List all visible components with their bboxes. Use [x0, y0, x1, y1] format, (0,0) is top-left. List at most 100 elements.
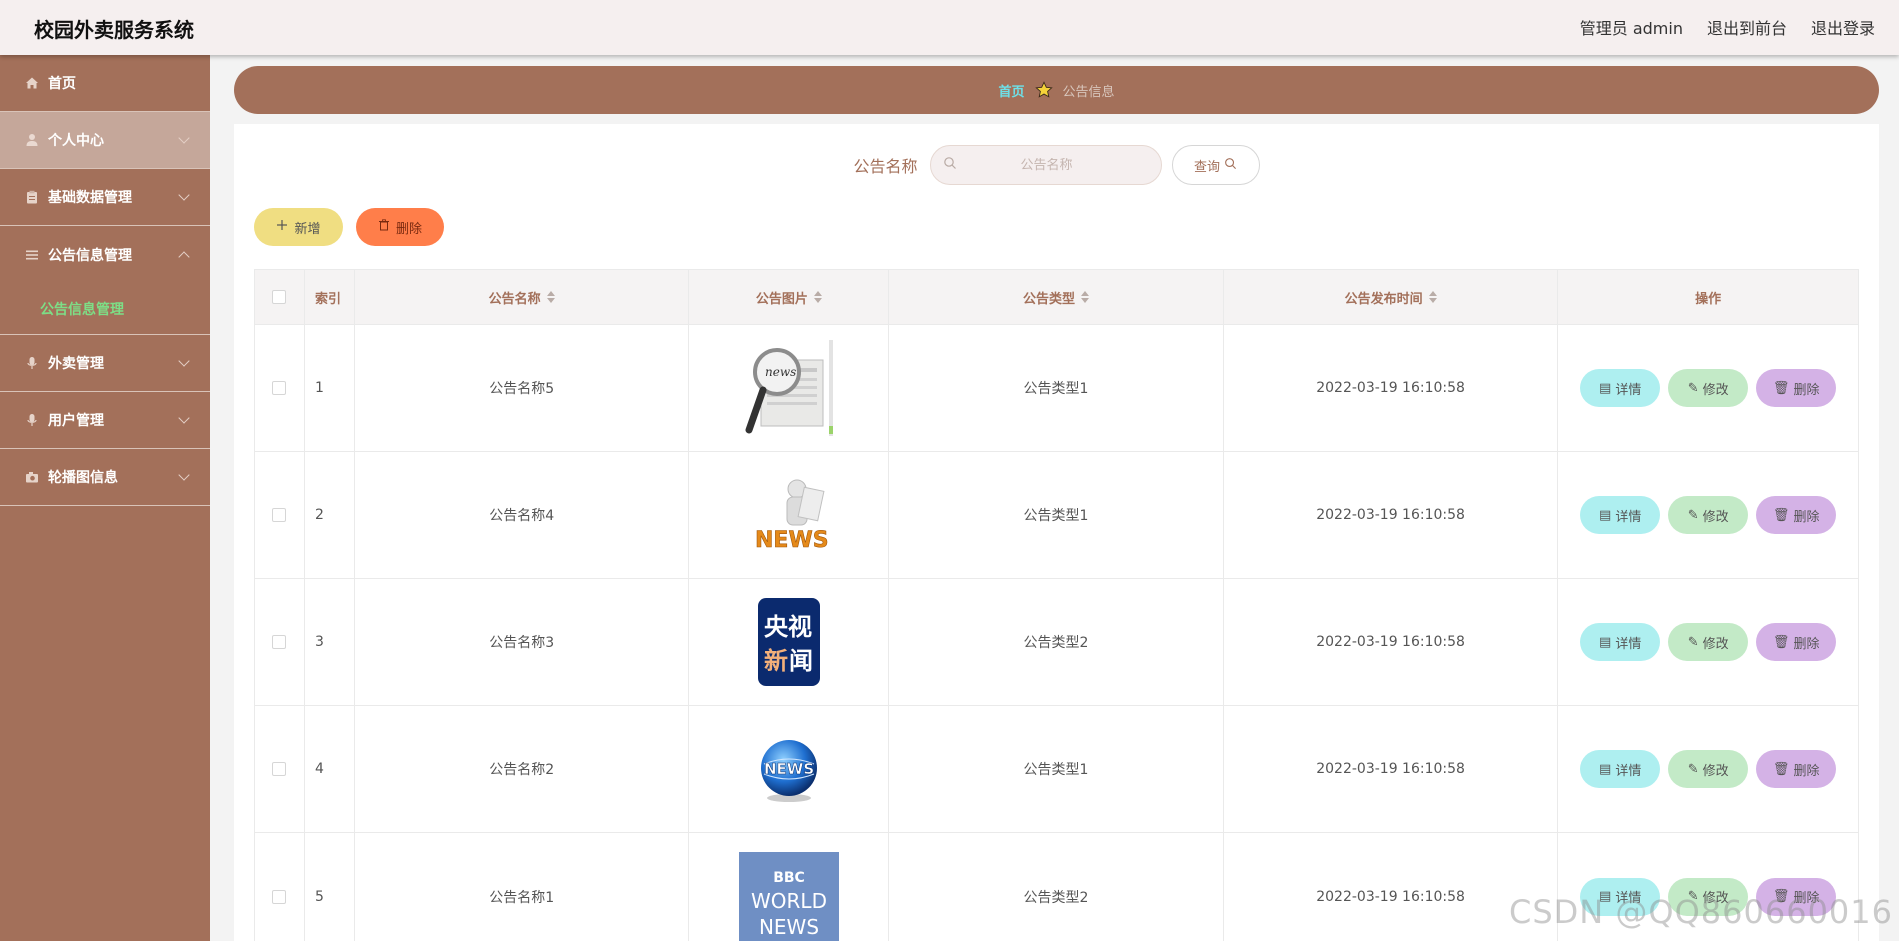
header-name-label: 公告名称	[488, 291, 541, 307]
header-time[interactable]: 公告发布时间	[1224, 270, 1559, 324]
detail-button[interactable]: ▤ 详情	[1580, 623, 1661, 661]
row-image-cell: BBC WORLD NEWS	[689, 833, 890, 941]
sort-icon[interactable]	[1081, 291, 1090, 303]
delete-button-label: 删除	[1793, 509, 1820, 525]
row-name: 公告名称4	[355, 452, 690, 578]
row-index: 4	[305, 706, 355, 832]
detail-button[interactable]: ▤ 详情	[1580, 750, 1661, 788]
breadcrumb-home-link[interactable]: 首页	[998, 81, 1024, 100]
bbc-line2: WORLD	[751, 889, 827, 913]
table-row: 1 公告名称5 news 公告类型1 2022-03-19 16:10:58 ▤…	[255, 325, 1858, 452]
select-all-checkbox[interactable]	[272, 290, 287, 304]
sidebar-item-home[interactable]: 首页	[0, 55, 210, 112]
sidebar-item-personal-center[interactable]: 个人中心	[0, 112, 210, 169]
sidebar-item-carousel[interactable]: 轮播图信息	[0, 449, 210, 506]
header-index: 索引	[305, 270, 355, 324]
delete-button[interactable]: 🗑 删除	[1756, 369, 1837, 407]
star-icon	[1034, 81, 1053, 99]
home-icon	[24, 75, 40, 91]
sidebar-item-takeout-management[interactable]: 外卖管理	[0, 335, 210, 392]
exit-to-front-link[interactable]: 退出到前台	[1707, 15, 1787, 39]
sidebar-item-label: 基础数据管理	[48, 190, 132, 206]
row-checkbox[interactable]	[272, 635, 287, 649]
mic-icon	[24, 412, 40, 428]
cctv-news-image[interactable]: 央视 新 闻	[739, 592, 839, 692]
query-button[interactable]: 查询	[1171, 145, 1260, 185]
header-type[interactable]: 公告类型	[889, 270, 1224, 324]
search-icon	[943, 156, 957, 174]
search-field[interactable]	[929, 145, 1162, 185]
bbc-line1: BBC	[773, 870, 805, 886]
pencil-icon: ✎	[1687, 380, 1699, 396]
query-button-label: 查询	[1193, 159, 1220, 175]
add-button[interactable]: 新增	[254, 208, 343, 246]
search-input[interactable]	[956, 157, 1137, 173]
table-row: 3 公告名称3 央视 新 闻 公告类型2 2022-03-19 16:10:58…	[255, 579, 1858, 706]
plus-icon	[276, 219, 288, 235]
detail-button[interactable]: ▤ 详情	[1580, 369, 1661, 407]
trash-icon	[378, 219, 390, 235]
sidebar-item-user-management[interactable]: 用户管理	[0, 392, 210, 449]
row-checkbox-cell	[255, 452, 305, 578]
doc-icon: ▤	[1599, 761, 1612, 777]
row-actions: ▤ 详情 ✎ 修改 🗑 删除	[1558, 325, 1858, 451]
cctv-line2b: 闻	[789, 647, 813, 675]
edit-button[interactable]: ✎ 修改	[1668, 750, 1749, 788]
sort-icon[interactable]	[813, 291, 822, 303]
edit-button[interactable]: ✎ 修改	[1668, 623, 1749, 661]
row-image-cell: news	[689, 325, 890, 451]
cctv-line2a: 新	[764, 647, 788, 675]
header-actions: 管理员 admin 退出到前台 退出登录	[1580, 15, 1875, 39]
news-magnifier-image[interactable]: news	[739, 338, 839, 438]
detail-button[interactable]: ▤ 详情	[1580, 496, 1661, 534]
row-actions: ▤ 详情 ✎ 修改 🗑 删除	[1558, 579, 1858, 705]
detail-button-label: 详情	[1615, 509, 1642, 525]
chevron-down-icon	[178, 355, 190, 367]
row-index: 1	[305, 325, 355, 451]
news-figure-image[interactable]: NEWS	[739, 465, 839, 565]
batch-delete-button-label: 删除	[395, 221, 422, 237]
breadcrumb: 首页 公告信息	[234, 66, 1879, 114]
header-image-label: 公告图片	[755, 291, 808, 307]
row-checkbox[interactable]	[272, 762, 287, 776]
sidebar-item-label: 公告信息管理	[48, 247, 132, 264]
table-header-row: 索引 公告名称 公告图片 公告类型 公告发布时间 操作	[255, 270, 1858, 325]
row-checkbox-cell	[255, 833, 305, 941]
trash-icon: 🗑	[1772, 761, 1790, 777]
row-checkbox[interactable]	[272, 889, 287, 904]
sidebar: 首页 个人中心 基础数据管理 公告信息管理 公告信息管理 外卖管理 用户管理 轮…	[0, 55, 210, 941]
news-globe-image[interactable]: NEWS	[739, 719, 839, 819]
sidebar-item-notice-management[interactable]: 公告信息管理	[0, 226, 210, 283]
app-title: 校园外卖服务系统	[34, 18, 194, 42]
row-index: 5	[305, 833, 355, 941]
sidebar-item-basic-data[interactable]: 基础数据管理	[0, 169, 210, 226]
magnifier-text: news	[765, 365, 796, 379]
edit-button-label: 修改	[1702, 509, 1729, 525]
bbc-line3: NEWS	[759, 915, 819, 939]
edit-button-label: 修改	[1702, 382, 1729, 398]
header-image[interactable]: 公告图片	[689, 270, 890, 324]
edit-button[interactable]: ✎ 修改	[1668, 369, 1749, 407]
delete-button-label: 删除	[1793, 763, 1820, 779]
submenu-item-notice-management[interactable]: 公告信息管理	[0, 283, 210, 335]
sort-icon[interactable]	[546, 291, 555, 303]
pencil-icon: ✎	[1687, 761, 1699, 777]
delete-button[interactable]: 🗑 删除	[1756, 750, 1837, 788]
watermark-text: CSDN @QQ860660016	[1508, 893, 1893, 931]
trash-icon: 🗑	[1772, 507, 1790, 523]
sidebar-item-label: 首页	[48, 76, 76, 92]
row-image-cell: NEWS	[689, 706, 890, 832]
delete-button[interactable]: 🗑 删除	[1756, 496, 1837, 534]
globe-text: NEWS	[764, 760, 814, 778]
search-label: 公告名称	[853, 157, 918, 176]
pencil-icon: ✎	[1687, 634, 1699, 650]
header-name[interactable]: 公告名称	[355, 270, 690, 324]
batch-delete-button[interactable]: 删除	[356, 208, 444, 246]
row-checkbox[interactable]	[272, 381, 287, 395]
row-checkbox[interactable]	[272, 508, 287, 522]
logout-link[interactable]: 退出登录	[1811, 15, 1875, 39]
delete-button[interactable]: 🗑 删除	[1756, 623, 1837, 661]
edit-button[interactable]: ✎ 修改	[1668, 496, 1749, 534]
sort-icon[interactable]	[1428, 291, 1437, 303]
bbc-world-news-image[interactable]: BBC WORLD NEWS	[738, 847, 839, 941]
